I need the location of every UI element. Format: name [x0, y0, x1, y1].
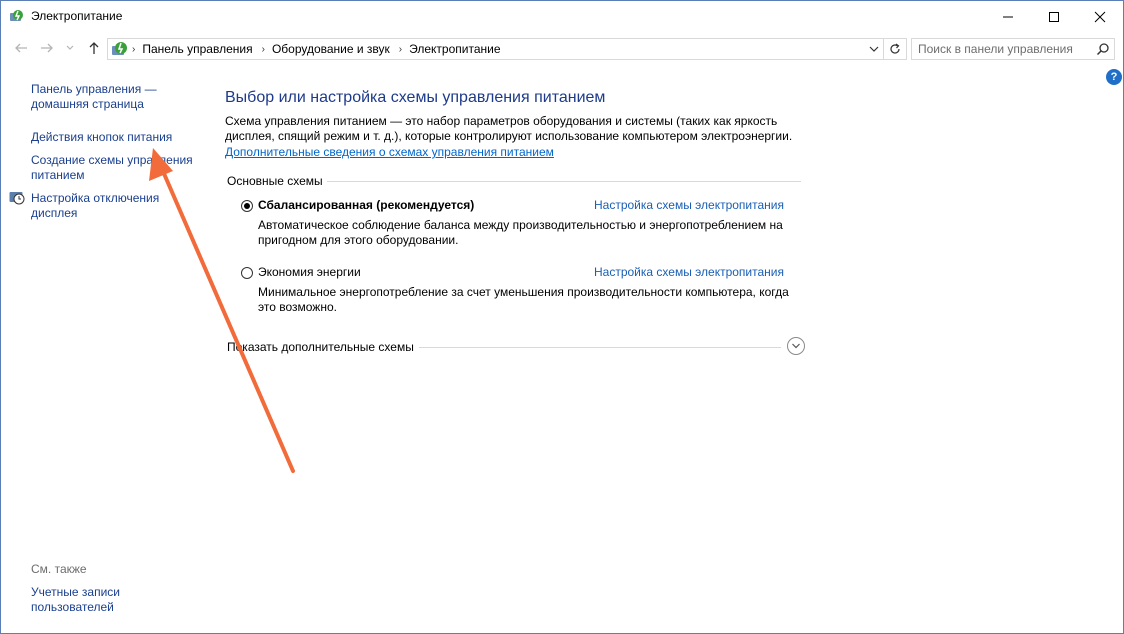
sidebar-link-power-button-actions[interactable]: Действия кнопок питания	[31, 130, 201, 145]
plan-settings-link-balanced[interactable]: Настройка схемы электропитания	[594, 198, 784, 212]
address-history-button[interactable]	[866, 39, 882, 59]
show-additional-plans-label[interactable]: Показать дополнительные схемы	[227, 340, 414, 354]
minimize-button[interactable]	[985, 1, 1031, 32]
expand-additional-plans-button[interactable]	[787, 337, 805, 355]
plan-radio-power-saver[interactable]	[241, 267, 253, 279]
plan-name-balanced[interactable]: Сбалансированная (рекомендуется)	[258, 198, 474, 212]
search-icon	[1096, 43, 1109, 56]
breadcrumb-separator-icon: ›	[261, 43, 265, 55]
forward-button[interactable]	[37, 38, 57, 58]
arrow-right-icon	[41, 43, 53, 53]
maximize-icon	[1049, 11, 1059, 22]
title-bar: Электропитание	[1, 1, 1123, 32]
sidebar-link-create-power-plan[interactable]: Создание схемы управления питанием	[31, 153, 201, 183]
breadcrumb-control-panel[interactable]: Панель управления	[142, 42, 252, 56]
search-input[interactable]	[918, 41, 1088, 57]
sidebar-link-control-panel-home[interactable]: Панель управления — домашняя страница	[31, 82, 201, 112]
chevron-down-icon	[792, 343, 800, 349]
page-description: Схема управления питанием — это набор па…	[225, 114, 793, 143]
chevron-down-icon	[66, 45, 74, 50]
recent-locations-button[interactable]	[63, 38, 77, 58]
breadcrumb-power-options[interactable]: Электропитание	[409, 42, 500, 56]
plan-name-power-saver[interactable]: Экономия энергии	[258, 265, 361, 279]
plan-description-power-saver: Минимальное энергопотребление за счет ум…	[258, 285, 789, 314]
section-divider	[327, 181, 801, 182]
up-button[interactable]	[84, 38, 104, 58]
help-icon[interactable]: ?	[1106, 69, 1122, 85]
refresh-button[interactable]	[883, 39, 906, 59]
window-title: Электропитание	[31, 9, 123, 23]
page-title: Выбор или настройка схемы управления пит…	[225, 89, 606, 106]
back-button[interactable]	[11, 38, 31, 58]
arrow-up-icon	[89, 42, 99, 54]
address-bar[interactable]: › Панель управления › Оборудование и зву…	[107, 38, 907, 60]
search-box[interactable]	[911, 38, 1115, 60]
breadcrumb-separator-icon: ›	[132, 43, 136, 55]
display-clock-icon	[9, 192, 25, 205]
breadcrumb-separator-icon: ›	[398, 43, 403, 55]
maximize-button[interactable]	[1031, 1, 1077, 32]
see-also-label: См. также	[31, 562, 87, 576]
more-info-link[interactable]: Дополнительные сведения о схемах управле…	[225, 145, 554, 159]
plan-radio-balanced[interactable]	[241, 200, 253, 212]
show-more-divider	[419, 347, 781, 348]
breadcrumb-hardware-and-sound[interactable]: Оборудование и звук	[272, 42, 390, 56]
minimize-icon	[1003, 16, 1013, 17]
power-options-app-icon	[10, 10, 23, 21]
plan-description-balanced: Автоматическое соблюдение баланса между …	[258, 218, 783, 247]
navigation-row: › Панель управления › Оборудование и зву…	[1, 34, 1123, 62]
arrow-left-icon	[15, 43, 27, 53]
refresh-icon	[890, 43, 900, 54]
breadcrumb: › Панель управления › Оборудование и зву…	[132, 42, 501, 56]
sidebar-link-user-accounts[interactable]: Учетные записи пользователей	[31, 585, 141, 615]
power-options-window: Электропитание › Панель управления › Обо…	[0, 0, 1124, 634]
sidebar-link-display-off-settings[interactable]: Настройка отключения дисплея	[31, 191, 201, 221]
section-heading-preferred-plans: Основные схемы	[227, 174, 323, 188]
chevron-down-icon	[869, 46, 879, 52]
close-button[interactable]	[1077, 1, 1123, 32]
plan-settings-link-power-saver[interactable]: Настройка схемы электропитания	[594, 265, 784, 279]
power-options-icon	[112, 42, 127, 55]
close-icon	[1094, 11, 1106, 22]
